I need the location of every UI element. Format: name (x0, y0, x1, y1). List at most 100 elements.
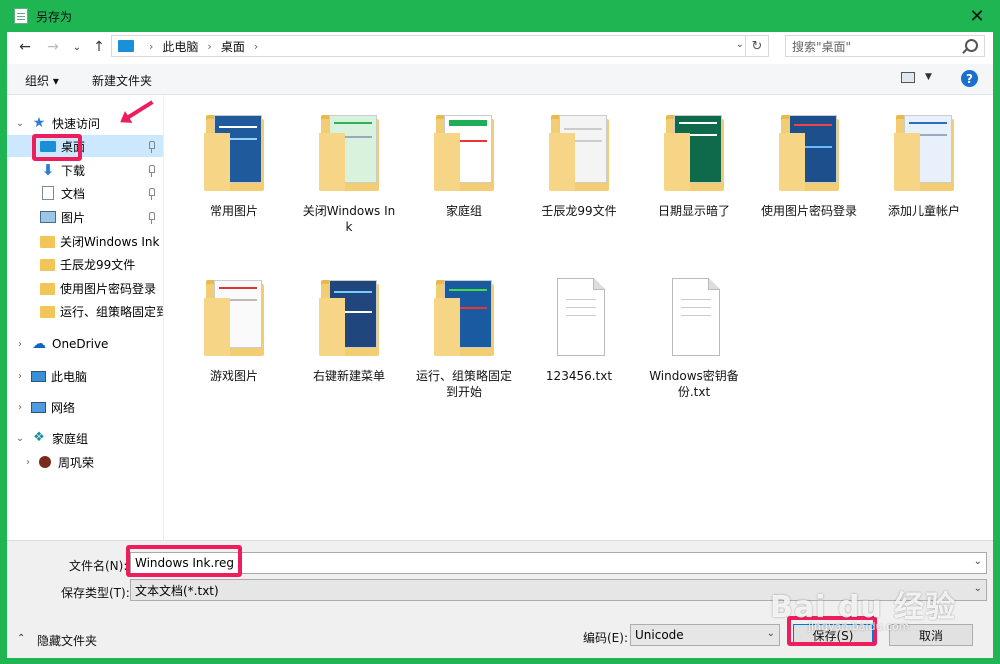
folder-item[interactable]: 使用图片密码登录 (761, 113, 857, 219)
nav-folder-run-gpedit[interactable]: 运行、组策略固定到 (7, 300, 163, 322)
folder-item[interactable]: 关闭Windows Ink (301, 113, 397, 235)
file-name: 壬辰龙99文件 (541, 204, 617, 218)
nav-label: 壬辰龙99文件 (60, 257, 136, 272)
pc-icon (118, 40, 134, 52)
view-options-icon[interactable] (901, 72, 915, 83)
network-icon (31, 401, 46, 413)
encoding-label: 编码(E): (583, 631, 628, 645)
text-file-icon (549, 278, 609, 356)
folder-item[interactable]: 常用图片 (186, 113, 282, 219)
text-file-item[interactable]: 123456.txt (531, 278, 627, 384)
hide-folders-toggle[interactable]: 隐藏文件夹 (37, 632, 97, 649)
nav-label: 此电脑 (51, 369, 88, 384)
file-name: 使用图片密码登录 (761, 204, 858, 218)
folder-icon (664, 113, 724, 191)
folder-icon (40, 258, 55, 271)
folder-item[interactable]: 壬辰龙99文件 (531, 113, 627, 219)
folder-icon (779, 113, 839, 191)
folder-item[interactable]: 右键新建菜单 (301, 278, 397, 384)
filename-input[interactable]: Windows Ink.reg ⌄ (130, 552, 987, 574)
pin-icon[interactable] (149, 141, 155, 153)
folder-icon (549, 113, 609, 191)
folder-item[interactable]: 运行、组策略固定到开始 (416, 278, 512, 400)
folder-item[interactable]: 添加儿童帐户 (876, 113, 972, 219)
chevron-right-icon[interactable]: › (254, 40, 258, 53)
search-icon (965, 39, 978, 52)
chevron-up-icon[interactable]: ⌃ (17, 633, 25, 644)
forward-button[interactable]: → (43, 38, 63, 56)
chevron-down-icon[interactable]: ⌄ (15, 433, 25, 444)
navigation-pane: ⌄ ★ 快速访问 桌面 ⬇ 下载 文档 图片 关闭Windows Ink 壬辰龙… (7, 95, 164, 540)
pictures-icon (40, 211, 56, 223)
nav-this-pc[interactable]: › 此电脑 (7, 365, 163, 387)
nav-documents[interactable]: 文档 (7, 182, 163, 204)
dialog-client: ← → ⌄ ↑ › 此电脑 › 桌面 › ⌄ ↻ 搜索"桌面" 组织 ▾ 新建文… (7, 32, 993, 658)
new-folder-button[interactable]: 新建文件夹 (92, 72, 152, 89)
nav-user[interactable]: › 周巩荣 (7, 451, 163, 473)
nav-pictures[interactable]: 图片 (7, 206, 163, 228)
nav-homegroup[interactable]: ⌄ ❖ 家庭组 (7, 427, 163, 449)
notepad-icon (14, 8, 28, 24)
pin-icon[interactable] (149, 188, 155, 200)
nav-label: 文档 (61, 186, 86, 201)
text-file-item[interactable]: Windows密钥备份.txt (646, 278, 742, 400)
nav-onedrive[interactable]: › ☁ OneDrive (7, 333, 163, 355)
toolbar: 组织 ▾ 新建文件夹 ▼ ? (7, 64, 993, 95)
nav-folder-renchen[interactable]: 壬辰龙99文件 (7, 253, 163, 275)
savetype-value: 文本文档(*.txt) (135, 583, 219, 598)
back-button[interactable]: ← (15, 38, 35, 56)
search-input[interactable]: 搜索"桌面" (785, 35, 985, 57)
folder-item[interactable]: 游戏图片 (186, 278, 282, 384)
chevron-right-icon[interactable]: › (23, 457, 33, 468)
nav-network[interactable]: › 网络 (7, 396, 163, 418)
nav-label: 使用图片密码登录 (60, 281, 157, 296)
chevron-right-icon[interactable]: › (15, 402, 25, 413)
crumb-desktop[interactable]: 桌面 (221, 38, 245, 55)
nav-label: 网络 (51, 400, 76, 415)
file-name: 常用图片 (209, 204, 258, 218)
nav-label: 快速访问 (52, 116, 101, 131)
close-button[interactable]: ✕ (954, 0, 1000, 32)
pc-icon (31, 370, 46, 382)
chevron-right-icon[interactable]: › (15, 371, 25, 382)
address-bar[interactable]: › 此电脑 › 桌面 › ⌄ ↻ (111, 35, 769, 57)
folder-item[interactable]: 日期显示暗了 (646, 113, 742, 219)
file-name: 右键新建菜单 (312, 369, 385, 383)
chevron-right-icon[interactable]: › (149, 40, 153, 53)
refresh-button[interactable]: ↻ (745, 36, 768, 56)
file-name: 123456.txt (545, 369, 613, 383)
chevron-down-icon[interactable]: ⌄ (15, 118, 25, 129)
help-icon[interactable]: ? (961, 70, 978, 87)
pin-icon[interactable] (149, 165, 155, 177)
folder-icon (434, 278, 494, 356)
view-dropdown-icon[interactable]: ▼ (925, 72, 932, 82)
window-title: 另存为 (36, 10, 73, 24)
encoding-select[interactable]: Unicode ⌄ (630, 624, 780, 646)
chevron-right-icon[interactable]: › (207, 40, 211, 53)
nav-label: OneDrive (52, 337, 109, 351)
recent-locations-button[interactable]: ⌄ (67, 38, 87, 56)
crumb-this-pc[interactable]: 此电脑 (162, 38, 198, 55)
chevron-down-icon[interactable]: ⌄ (974, 583, 982, 594)
watermark-url: jingyan.baidu.com (808, 620, 910, 633)
chevron-down-icon[interactable]: ⌄ (974, 556, 982, 567)
nav-desktop[interactable]: 桌面 (7, 135, 163, 157)
address-dropdown-icon[interactable]: ⌄ (736, 39, 744, 50)
organize-menu[interactable]: 组织 ▾ (25, 72, 59, 89)
user-icon (39, 456, 51, 468)
nav-folder-picture-password[interactable]: 使用图片密码登录 (7, 277, 163, 299)
pin-icon[interactable] (149, 212, 155, 224)
nav-downloads[interactable]: ⬇ 下载 (7, 159, 163, 181)
folder-item[interactable]: 家庭组 (416, 113, 512, 219)
folder-icon (434, 113, 494, 191)
desktop-icon (40, 140, 56, 152)
nav-quick-access[interactable]: ⌄ ★ 快速访问 (7, 112, 163, 134)
nav-label: 周巩荣 (58, 455, 95, 470)
chevron-right-icon[interactable]: › (15, 339, 25, 350)
folder-icon (894, 113, 954, 191)
nav-folder-windows-ink[interactable]: 关闭Windows Ink (7, 230, 163, 252)
up-button[interactable]: ↑ (89, 38, 109, 56)
star-icon: ★ (32, 115, 46, 131)
save-as-dialog: 另存为 ✕ ← → ⌄ ↑ › 此电脑 › 桌面 › ⌄ ↻ 搜索"桌面" 组织… (0, 0, 1000, 664)
chevron-down-icon[interactable]: ⌄ (767, 628, 775, 639)
